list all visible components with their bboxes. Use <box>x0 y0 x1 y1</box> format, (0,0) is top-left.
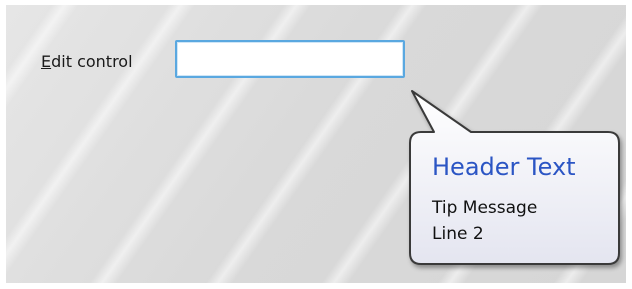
balloon-tip-message: Tip Message Line 2 <box>432 195 537 247</box>
dialog-window: Edit control Header Text Tip Message Lin… <box>6 5 626 283</box>
balloon-tip-message-line1: Tip Message <box>432 198 538 218</box>
edit-control-input[interactable] <box>175 40 405 78</box>
edit-control-label-text: dit control <box>51 52 133 71</box>
balloon-tip-title: Header Text <box>432 153 576 181</box>
balloon-tip-message-line2: Line 2 <box>432 224 484 244</box>
edit-control-label-mnemonic: E <box>41 52 52 71</box>
edit-control-label: Edit control <box>41 52 133 71</box>
